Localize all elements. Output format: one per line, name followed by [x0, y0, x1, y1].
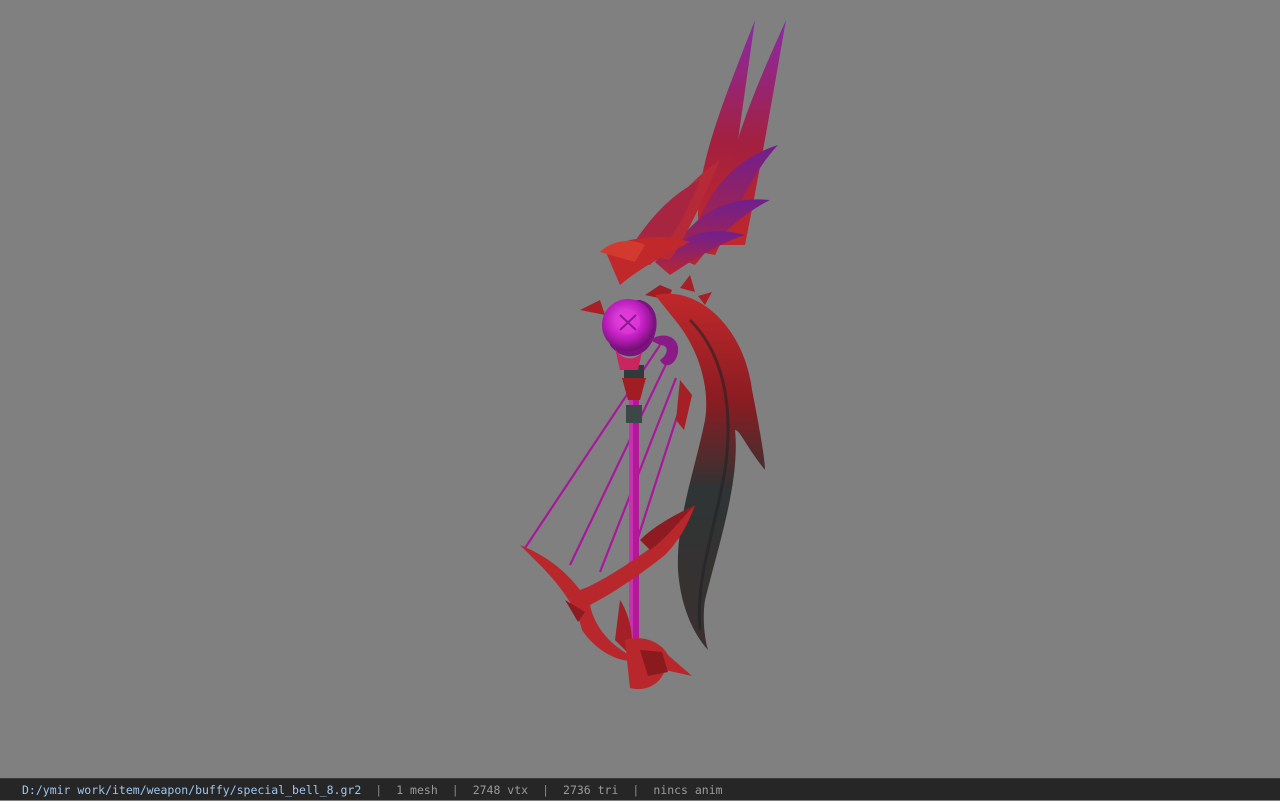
lower-claw	[520, 505, 695, 690]
triangle-count: 2736 tri	[563, 783, 619, 797]
separator: |	[542, 783, 550, 797]
file-path: D:/ymir work/item/weapon/buffy/special_b…	[22, 783, 362, 797]
side-hook	[650, 335, 679, 366]
3d-viewport[interactable]	[0, 0, 1280, 778]
vertex-count: 2748 vtx	[472, 783, 529, 797]
separator: |	[632, 783, 640, 797]
separator: |	[375, 783, 383, 797]
bow-weapon-model[interactable]	[0, 0, 1280, 778]
mesh-count: 1 mesh	[396, 783, 438, 797]
gem-orb	[602, 299, 657, 370]
animation-status: nincs anim	[653, 783, 723, 797]
wing-feathers	[600, 20, 786, 285]
status-bar: D:/ymir work/item/weapon/buffy/special_b…	[0, 778, 1280, 800]
separator: |	[451, 783, 459, 797]
